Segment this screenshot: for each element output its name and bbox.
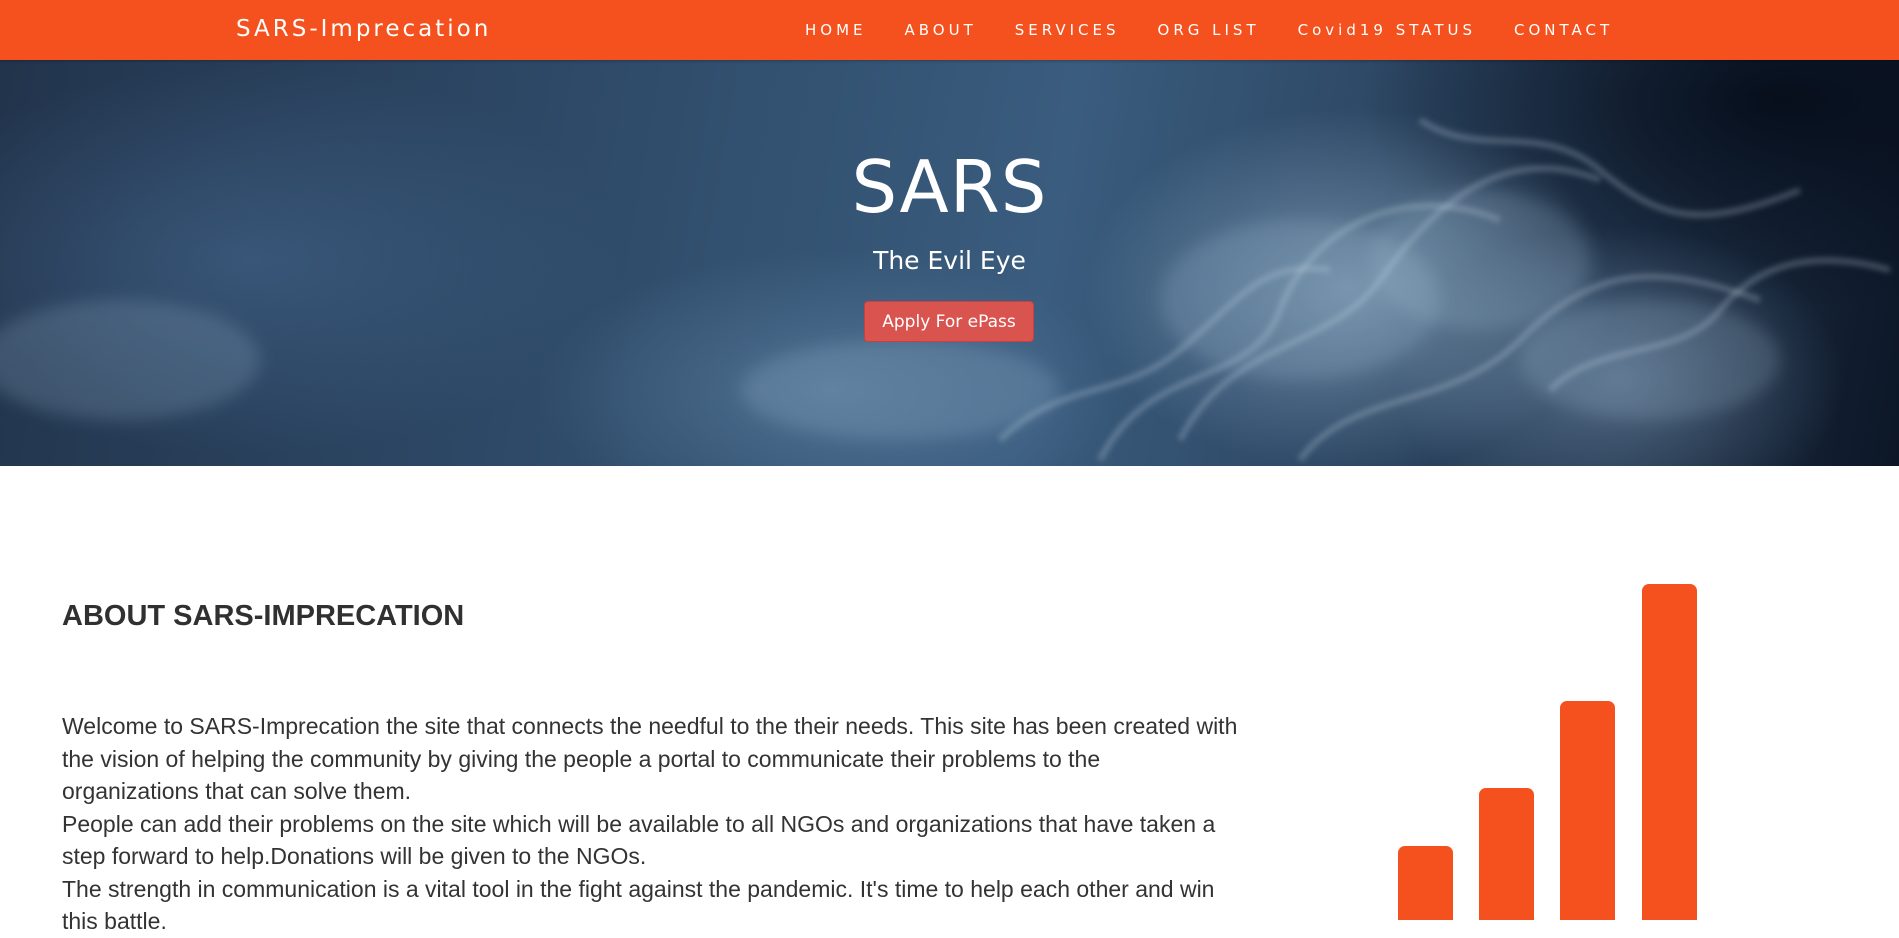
signal-bar bbox=[1398, 846, 1453, 920]
apply-epass-button[interactable]: Apply For ePass bbox=[864, 301, 1034, 342]
nav-item-covid19-status[interactable]: Covid19 STATUS bbox=[1279, 21, 1495, 39]
top-navbar: SARS-Imprecation HOME ABOUT SERVICES ORG… bbox=[0, 0, 1899, 60]
about-heading: ABOUT SARS-IMPRECATION bbox=[62, 600, 465, 632]
about-paragraph: People can add their problems on the sit… bbox=[62, 810, 1216, 870]
about-description: Welcome to SARS-Imprecation the site tha… bbox=[62, 710, 1242, 938]
signal-bar bbox=[1560, 701, 1615, 920]
hero-banner: SARS The Evil Eye Apply For ePass bbox=[0, 60, 1899, 466]
nav-item-contact[interactable]: CONTACT bbox=[1495, 21, 1632, 39]
nav-menu: HOME ABOUT SERVICES ORG LIST Covid19 STA… bbox=[786, 0, 1632, 60]
nav-item-services[interactable]: SERVICES bbox=[996, 21, 1139, 39]
signal-bar bbox=[1479, 788, 1534, 920]
signal-bars-icon bbox=[1398, 584, 1697, 920]
about-paragraph: Welcome to SARS-Imprecation the site tha… bbox=[62, 713, 1238, 804]
hero-subtitle: The Evil Eye bbox=[873, 246, 1026, 275]
about-paragraph: The strength in communication is a vital… bbox=[62, 875, 1215, 935]
hero-title: SARS bbox=[851, 145, 1048, 229]
nav-item-home[interactable]: HOME bbox=[786, 21, 886, 39]
nav-item-org-list[interactable]: ORG LIST bbox=[1139, 21, 1279, 39]
brand-logo-link[interactable]: SARS-Imprecation bbox=[236, 0, 491, 60]
signal-bar bbox=[1642, 584, 1697, 920]
nav-item-about[interactable]: ABOUT bbox=[886, 21, 996, 39]
